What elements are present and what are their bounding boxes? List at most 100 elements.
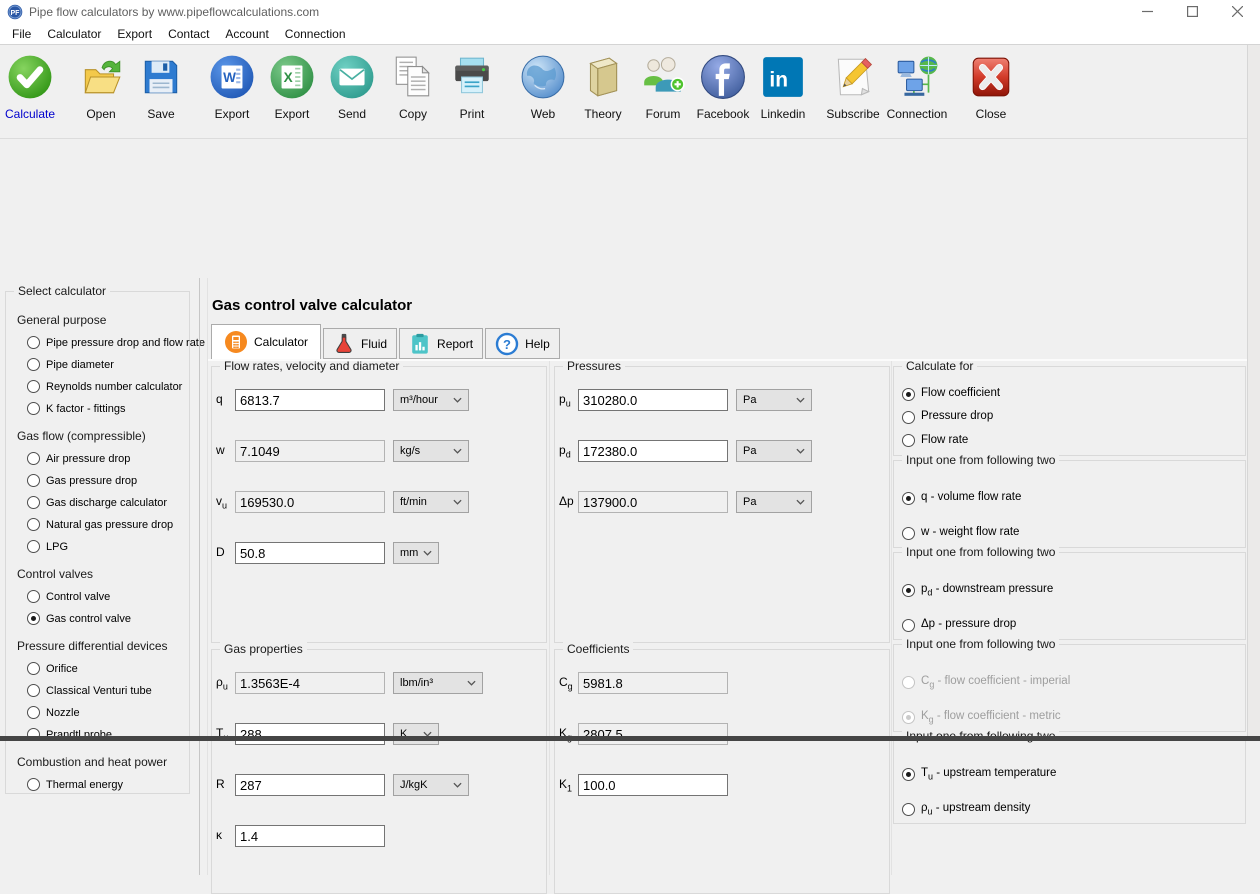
sidebar-item-lpg[interactable]: LPG [27,540,68,553]
radio-icon [27,518,40,531]
tab-fluid[interactable]: Fluid [323,328,397,359]
toolbar: Calculate Open Save W Export X Export Se… [0,46,1260,139]
dp-unit-select[interactable]: Pa [736,491,812,513]
sidebar-item-gas-discharge-calculator[interactable]: Gas discharge calculator [27,496,167,509]
toolbar-linkedin[interactable]: in Linkedin [745,54,821,121]
w-unit-select[interactable]: kg/s [393,440,469,462]
r-unit-select[interactable]: J/kgK [393,774,469,796]
radio-icon [27,778,40,791]
close-window-button[interactable] [1215,0,1260,23]
sidebar-title: Select calculator [14,284,110,298]
field-row: D mm [216,542,439,564]
tu-unit-select[interactable]: K [393,723,439,745]
radio-icon [902,434,915,447]
radio-tu-upstream-temperature[interactable]: Tu - upstream temperature [902,767,1056,781]
menu-contact[interactable]: Contact [160,27,217,41]
menu-export[interactable]: Export [109,27,160,41]
pd-unit-select[interactable]: Pa [736,440,812,462]
window-title: Pipe flow calculators by www.pipeflowcal… [29,5,319,19]
pu-unit-select[interactable]: Pa [736,389,812,411]
chevron-down-icon [453,782,462,788]
sidebar-item-gas-pressure-drop[interactable]: Gas pressure drop [27,474,137,487]
facebook-icon [700,54,746,100]
menu-account[interactable]: Account [217,27,276,41]
r-input[interactable] [235,774,385,796]
tab-calculator[interactable]: Calculator [211,324,321,359]
sidebar-group-general-purpose: General purpose [17,313,106,327]
toolbar-print[interactable]: Print [434,54,510,121]
toolbar-save[interactable]: Save [123,54,199,121]
sidebar-item-classical-venturi-tube[interactable]: Classical Venturi tube [27,684,152,697]
pu-input[interactable] [578,389,728,411]
radio-icon [902,584,915,597]
q-input[interactable] [235,389,385,411]
sidebar-item-nozzle[interactable]: Nozzle [27,706,80,719]
d-unit-select[interactable]: mm [393,542,439,564]
radio-icon [902,492,915,505]
sidebar-item-reynolds-number-calculator[interactable]: Reynolds number calculator [27,380,182,393]
tab-report[interactable]: Report [399,328,483,359]
content-area: Select calculator General purpose Pipe p… [0,139,1260,736]
field-row: K1 [559,774,728,796]
save-icon [138,54,184,100]
radio-w-weight-flow-rate[interactable]: w - weight flow rate [902,526,1019,540]
sidebar-item-control-valve[interactable]: Control valve [27,590,110,603]
radio-icon [27,540,40,553]
radio-dp-pressure-drop[interactable]: Δp - pressure drop [902,618,1016,632]
radio-icon [902,768,915,781]
rhou-unit-select[interactable]: lbm/in³ [393,672,483,694]
svg-text:PF: PF [11,9,21,16]
radio-kg-flow-coefficient-metric: Kg - flow coefficient - metric [902,710,1061,724]
radio-cg-flow-coefficient-imperial: Cg - flow coefficient - imperial [902,675,1070,689]
sidebar: Select calculator General purpose Pipe p… [0,278,200,875]
sidebar-item-pipe-diameter[interactable]: Pipe diameter [27,358,114,371]
radio-flow-coefficient[interactable]: Flow coefficient [902,387,1000,401]
column-divider [891,361,892,875]
sidebar-item-thermal-energy[interactable]: Thermal energy [27,778,123,791]
tu-input[interactable] [235,723,385,745]
toolbar-close[interactable]: Close [953,54,1029,121]
vertical-scrollbar[interactable] [1247,45,1260,736]
q-unit-select[interactable]: m³/hour [393,389,469,411]
radio-q-volume-flow-rate[interactable]: q - volume flow rate [902,491,1021,505]
radio-pd-downstream-pressure[interactable]: pd - downstream pressure [902,583,1053,597]
chevron-down-icon [796,397,805,403]
pu-label: pu [559,392,578,408]
radio-flow-rate[interactable]: Flow rate [902,434,968,448]
radio-pressure-drop[interactable]: Pressure drop [902,410,993,424]
field-row: Kg [559,723,728,745]
kappa-input[interactable] [235,825,385,847]
sidebar-item-pipe-pressure-drop-and-flow-rate[interactable]: Pipe pressure drop and flow rate [27,336,205,349]
q-label: q [216,392,235,408]
menu-calculator[interactable]: Calculator [39,27,109,41]
sidebar-item-gas-control-valve[interactable]: Gas control valve [27,612,131,625]
k1-input[interactable] [578,774,728,796]
w-input [235,440,385,462]
k1-label: K1 [559,777,578,793]
sidebar-item-k-factor-fittings[interactable]: K factor - fittings [27,402,125,415]
export-word-icon: W [209,54,255,100]
field-row: Tu K [216,723,439,745]
sidebar-item-air-pressure-drop[interactable]: Air pressure drop [27,452,130,465]
radio-rhou-upstream-density[interactable]: ρu - upstream density [902,802,1030,816]
radio-icon [27,496,40,509]
radio-icon [27,336,40,349]
toolbar-connection[interactable]: Connection [879,54,955,121]
sidebar-item-orifice[interactable]: Orifice [27,662,78,675]
menu-file[interactable]: File [4,27,39,41]
menu-connection[interactable]: Connection [277,27,354,41]
vu-unit-select[interactable]: ft/min [393,491,469,513]
radio-icon [902,711,915,724]
d-input[interactable] [235,542,385,564]
gas-properties-groupbox: Gas properties ρu lbm/in³ Tu K R J/kgK [211,649,547,894]
tab-help[interactable]: ? Help [485,328,560,359]
sidebar-item-natural-gas-pressure-drop[interactable]: Natural gas pressure drop [27,518,173,531]
maximize-button[interactable] [1170,0,1215,23]
tab-label: Help [525,337,550,351]
pd-input[interactable] [578,440,728,462]
tab-bar: Calculator Fluid Report ? Help [211,324,562,359]
minimize-button[interactable] [1125,0,1170,23]
input-flow-groupbox: Input one from following two q - volume … [893,460,1246,548]
sidebar-splitter[interactable] [199,278,200,875]
toolbar-calculate[interactable]: Calculate [0,54,68,121]
